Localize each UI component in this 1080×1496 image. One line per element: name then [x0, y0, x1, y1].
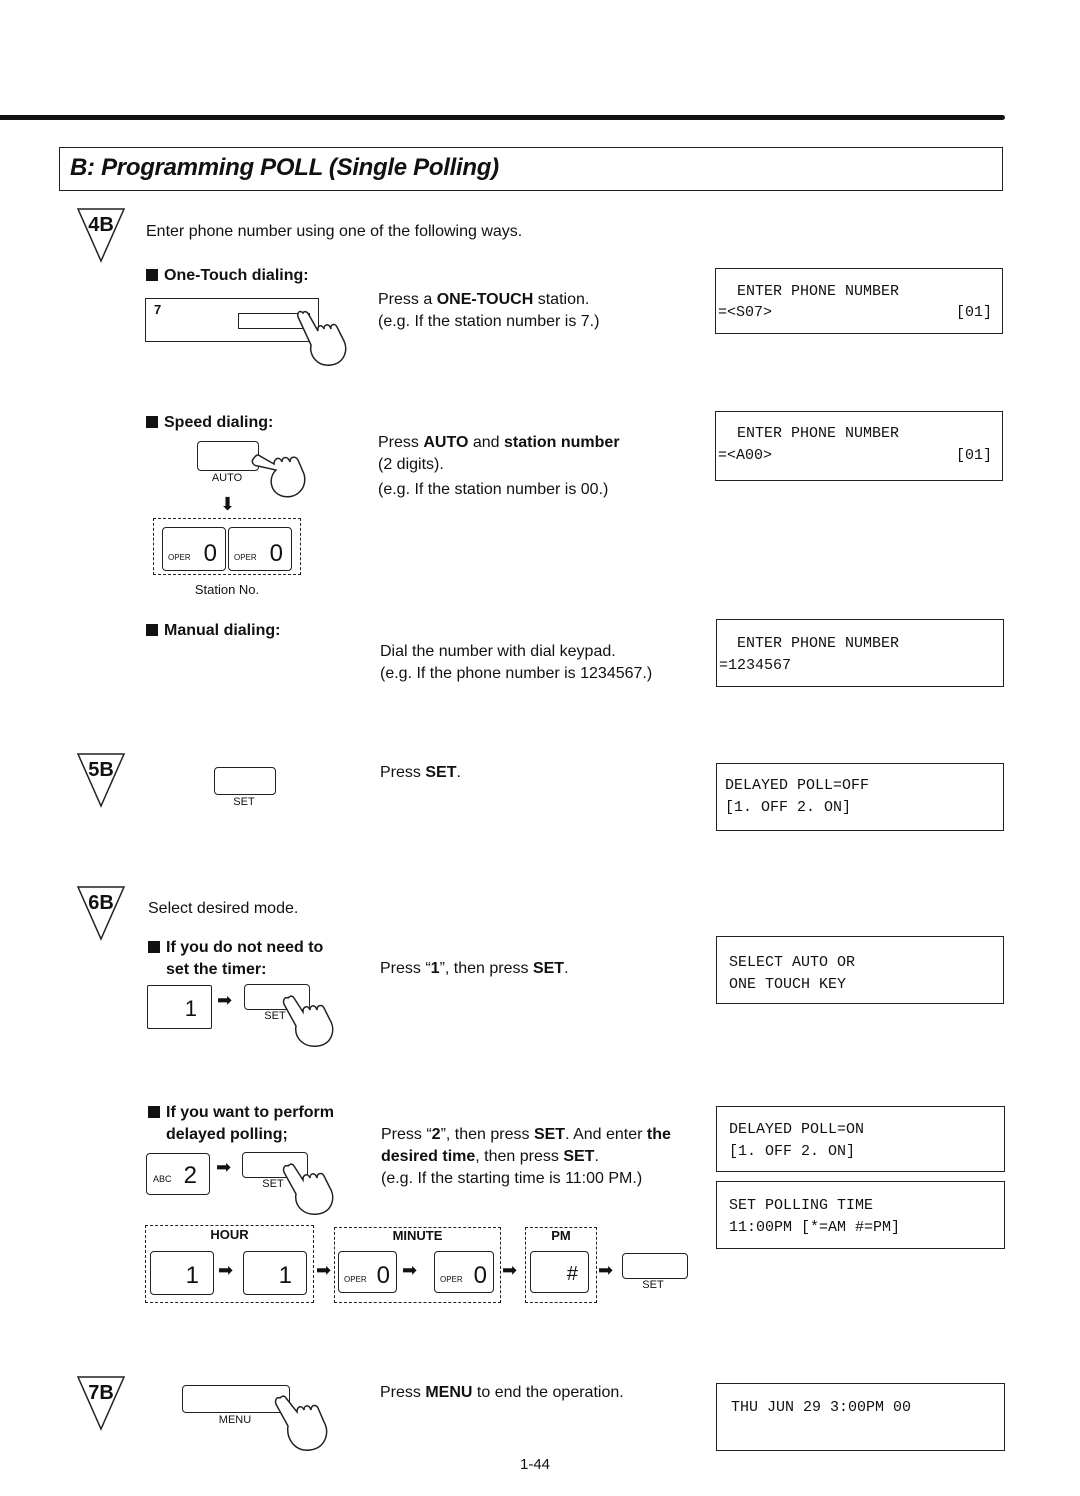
step-badge-4b: 4B: [76, 207, 126, 263]
delayed-polling-heading: If you want to perform delayed polling;: [148, 1102, 334, 1146]
arrow-right-icon: ➡: [502, 1260, 518, 1280]
section-header: B: Programming POLL (Single Polling): [59, 147, 1003, 191]
lcd-display-polling-time: SET POLLING TIME 11:00PM [*=AM #=PM]: [716, 1181, 1005, 1249]
section-title: B: Programming POLL (Single Polling): [70, 154, 499, 181]
arrow-right-icon: ➡: [316, 1260, 332, 1280]
auto-key-label: AUTO: [211, 472, 243, 484]
no-timer-heading: If you do not need to set the timer:: [148, 937, 323, 981]
pointing-hand-icon: [282, 1163, 334, 1215]
lcd-display-manual: ENTER PHONE NUMBER =1234567: [716, 619, 1004, 687]
speed-dialing-instruction: Press AUTO and station number (2 digits)…: [378, 434, 620, 498]
arrow-down-icon: ⬇: [220, 494, 236, 514]
minute-label: MINUTE: [392, 1228, 443, 1243]
bullet-square-icon: [148, 941, 160, 953]
set-key-label: SET: [642, 1279, 664, 1291]
step-5b-instruction: Press SET.: [380, 764, 461, 781]
arrow-right-icon: ➡: [598, 1260, 614, 1280]
pm-label: PM: [551, 1228, 571, 1243]
pointing-hand-icon: [297, 310, 347, 366]
arrow-right-icon: ➡: [218, 1260, 234, 1280]
station-number-label: 7: [154, 302, 162, 317]
manual-dialing-heading: Manual dialing:: [146, 620, 280, 642]
no-timer-instruction: Press “1”, then press SET.: [380, 960, 569, 977]
station-no-caption: Station No.: [194, 582, 260, 597]
set-key[interactable]: [214, 767, 276, 795]
badge-text: 5B: [88, 759, 114, 781]
badge-text: 4B: [88, 214, 114, 236]
pointing-hand-icon: [274, 1395, 328, 1451]
bullet-square-icon: [146, 416, 158, 428]
digit-1-key[interactable]: 1: [147, 985, 212, 1029]
arrow-right-icon: ➡: [216, 1157, 232, 1177]
set-key[interactable]: [622, 1253, 688, 1279]
step-badge-6b: 6B: [76, 885, 126, 941]
one-touch-instruction: Press a ONE-TOUCH station. (e.g. If the …: [378, 291, 600, 330]
lcd-display-delayed-on: DELAYED POLL=ON [1. OFF 2. ON]: [716, 1106, 1005, 1172]
one-touch-panel: 7: [145, 298, 319, 342]
step-badge-5b: 5B: [76, 752, 126, 808]
abc-2-key[interactable]: ABC 2: [146, 1153, 210, 1195]
one-touch-heading: One-Touch dialing:: [146, 265, 309, 287]
minute-oper-0-key-2[interactable]: OPER 0: [434, 1251, 494, 1293]
set-key-label: SET: [233, 796, 255, 808]
hour-label: HOUR: [210, 1227, 249, 1242]
pound-key[interactable]: #: [530, 1251, 589, 1293]
page-number: 1-44: [520, 1456, 551, 1473]
hour-digit-1-key[interactable]: 1: [150, 1251, 214, 1295]
arrow-right-icon: ➡: [402, 1260, 418, 1280]
bullet-square-icon: [148, 1106, 160, 1118]
oper-0-key-1[interactable]: OPER 0: [162, 527, 226, 571]
bullet-square-icon: [146, 624, 158, 636]
step-badge-7b: 7B: [76, 1375, 126, 1431]
menu-key-label: MENU: [218, 1414, 252, 1426]
lcd-display-select-auto: SELECT AUTO OR ONE TOUCH KEY: [716, 936, 1004, 1004]
minute-oper-0-key-1[interactable]: OPER 0: [338, 1251, 397, 1293]
step-6b-intro: Select desired mode.: [148, 900, 299, 917]
oper-0-key-2[interactable]: OPER 0: [228, 527, 292, 571]
pointing-hand-icon: [282, 995, 334, 1047]
bullet-square-icon: [146, 269, 158, 281]
badge-text: 6B: [88, 892, 114, 914]
lcd-display-speed: ENTER PHONE NUMBER =<A00> [01]: [715, 411, 1003, 481]
top-rule: [0, 115, 1005, 120]
hour-digit-2-key[interactable]: 1: [243, 1251, 307, 1295]
step-4b-intro: Enter phone number using one of the foll…: [146, 223, 523, 240]
speed-dialing-heading: Speed dialing:: [146, 412, 273, 434]
pointing-hand-icon: [251, 454, 306, 498]
step-7b-instruction: Press MENU to end the operation.: [380, 1384, 624, 1401]
delayed-polling-instruction: Press “2”, then press SET. And enter the…: [381, 1126, 671, 1187]
badge-text: 7B: [88, 1382, 114, 1404]
lcd-display-standby: THU JUN 29 3:00PM 00: [716, 1383, 1005, 1451]
lcd-display-delayed-off: DELAYED POLL=OFF [1. OFF 2. ON]: [716, 763, 1004, 831]
lcd-display-one-touch: ENTER PHONE NUMBER =<S07> [01]: [715, 268, 1003, 334]
arrow-right-icon: ➡: [217, 990, 233, 1010]
manual-dialing-instruction: Dial the number with dial keypad. (e.g. …: [380, 643, 653, 682]
